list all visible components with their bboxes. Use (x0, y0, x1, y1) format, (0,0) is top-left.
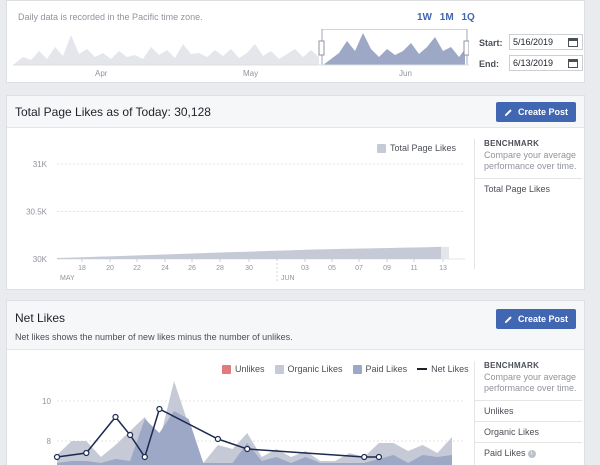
x-group-label: MAY (60, 275, 75, 282)
net-likes-point (53, 453, 61, 461)
legend-label: Organic Likes (287, 364, 343, 374)
benchmark-item-total-page-likes[interactable]: Total Page Likes (475, 178, 582, 199)
start-date-label: Start: (479, 38, 503, 48)
create-post-label: Create Post (517, 314, 569, 324)
range-1m-button[interactable]: 1M (440, 12, 454, 23)
timezone-note: Daily data is recorded in the Pacific ti… (18, 12, 203, 22)
legend-swatch (222, 364, 231, 374)
timeline-selected-area (323, 33, 465, 65)
net-likes-point (244, 445, 251, 453)
benchmark-panel: BENCHMARK Compare your average performan… (474, 139, 582, 269)
section-header: Net Likes Create Post (7, 301, 584, 350)
x-tick-label: 05 (328, 265, 336, 272)
x-tick-label: 03 (301, 265, 309, 272)
legend-item-net[interactable]: Net Likes (417, 364, 469, 374)
x-tick-label: 30 (245, 265, 253, 272)
legend-item-organic[interactable]: Organic Likes (274, 364, 343, 374)
legend-label: Paid Likes (365, 364, 408, 374)
benchmark-subtitle: Compare your average performance over ti… (484, 372, 577, 393)
x-tick-label: 09 (383, 265, 391, 272)
benchmark-item-organic[interactable]: Organic Likes (475, 421, 582, 442)
calendar-icon[interactable] (568, 38, 578, 47)
start-date-value: 5/16/2019 (513, 37, 554, 47)
benchmark-subtitle: Compare your average performance over ti… (484, 150, 577, 171)
net-likes-point (83, 449, 90, 457)
net-likes-point (375, 453, 382, 461)
net-likes-title: Net Likes (15, 311, 66, 325)
timeline-overview-chart[interactable]: Apr May Jun (13, 29, 469, 79)
timeline-left-handle[interactable] (318, 40, 325, 56)
timeline-history-area (13, 35, 319, 65)
y-tick-label: 8 (47, 437, 52, 446)
timeline-month-label: Apr (95, 69, 108, 78)
end-date-field[interactable]: 6/13/2019 (509, 55, 583, 71)
y-tick-label: 30K (33, 255, 48, 264)
timeline-month-label: May (243, 69, 258, 78)
page-likes-area (57, 246, 441, 259)
section-header: Total Page Likes as of Today: 30,128 Cre… (7, 96, 584, 128)
legend-line (417, 368, 428, 370)
x-tick-label: 22 (133, 265, 141, 272)
total-page-likes-card: Total Page Likes as of Today: 30,128 Cre… (6, 95, 585, 290)
info-icon[interactable]: i (527, 449, 536, 458)
legend-swatch (352, 364, 362, 374)
net-likes-point (141, 453, 148, 461)
benchmark-item-paid[interactable]: Paid Likes i (475, 442, 582, 463)
legend-label: Unlikes (235, 364, 265, 374)
legend-item-unlikes[interactable]: Unlikes (222, 364, 265, 374)
benchmark-item-unlikes[interactable]: Unlikes (475, 400, 582, 421)
benchmark-title: BENCHMARK (484, 139, 540, 148)
net-likes-point (156, 405, 163, 413)
x-tick-label: 13 (439, 265, 447, 272)
legend-item-paid[interactable]: Paid Likes (352, 364, 408, 374)
net-likes-chart: 10 8 (42, 381, 465, 465)
x-tick-label: 26 (188, 265, 196, 272)
legend-label: Net Likes (431, 364, 469, 374)
x-tick-label: 18 (78, 265, 86, 272)
pencil-icon (504, 108, 512, 116)
benchmark-title: BENCHMARK (484, 361, 540, 370)
create-post-button[interactable]: Create Post (496, 309, 576, 329)
x-tick-label: 20 (106, 265, 114, 272)
create-post-button[interactable]: Create Post (496, 102, 576, 122)
x-tick-label: 28 (216, 265, 224, 272)
benchmark-panel: BENCHMARK Compare your average performan… (474, 361, 582, 465)
timeline-right-handle[interactable] (463, 40, 469, 56)
range-1q-button[interactable]: 1Q (461, 12, 474, 23)
net-likes-point (214, 435, 221, 443)
x-group-label: JUN (281, 275, 295, 282)
net-likes-subtitle: Net likes shows the number of new likes … (15, 332, 293, 342)
calendar-icon[interactable] (568, 59, 578, 68)
x-tick-label: 24 (161, 265, 169, 272)
start-date-field[interactable]: 5/16/2019 (509, 34, 583, 50)
pencil-icon (504, 315, 512, 323)
x-tick-label: 07 (355, 265, 363, 272)
create-post-label: Create Post (517, 107, 569, 117)
page-likes-title: Total Page Likes as of Today: 30,128 (15, 105, 211, 119)
legend-swatch (274, 364, 284, 374)
y-tick-label: 31K (33, 160, 48, 169)
timeline-month-label: Jun (399, 69, 412, 78)
y-tick-label: 10 (42, 397, 51, 406)
net-likes-point (361, 453, 368, 461)
total-page-likes-chart: 31K 30.5K 30K 18 20 22 24 26 28 30 03 05 07 09 11 13 MAY… (26, 160, 465, 282)
end-date-value: 6/13/2019 (513, 58, 554, 68)
page-likes-partial-day (441, 246, 449, 259)
y-tick-label: 30.5K (26, 208, 48, 217)
x-tick-label: 11 (410, 265, 417, 272)
net-likes-legend: Unlikes Organic Likes Paid Likes Net Lik… (212, 364, 469, 374)
date-range-card: Daily data is recorded in the Pacific ti… (6, 0, 585, 83)
range-1w-button[interactable]: 1W (417, 12, 432, 23)
net-likes-point (126, 431, 134, 439)
benchmark-item-label: Paid Likes (484, 448, 526, 458)
range-buttons: 1W 1M 1Q (417, 12, 480, 23)
net-likes-card: Net Likes Create Post Net likes shows th… (6, 300, 585, 465)
end-date-label: End: (479, 59, 499, 69)
net-likes-point (112, 413, 119, 421)
